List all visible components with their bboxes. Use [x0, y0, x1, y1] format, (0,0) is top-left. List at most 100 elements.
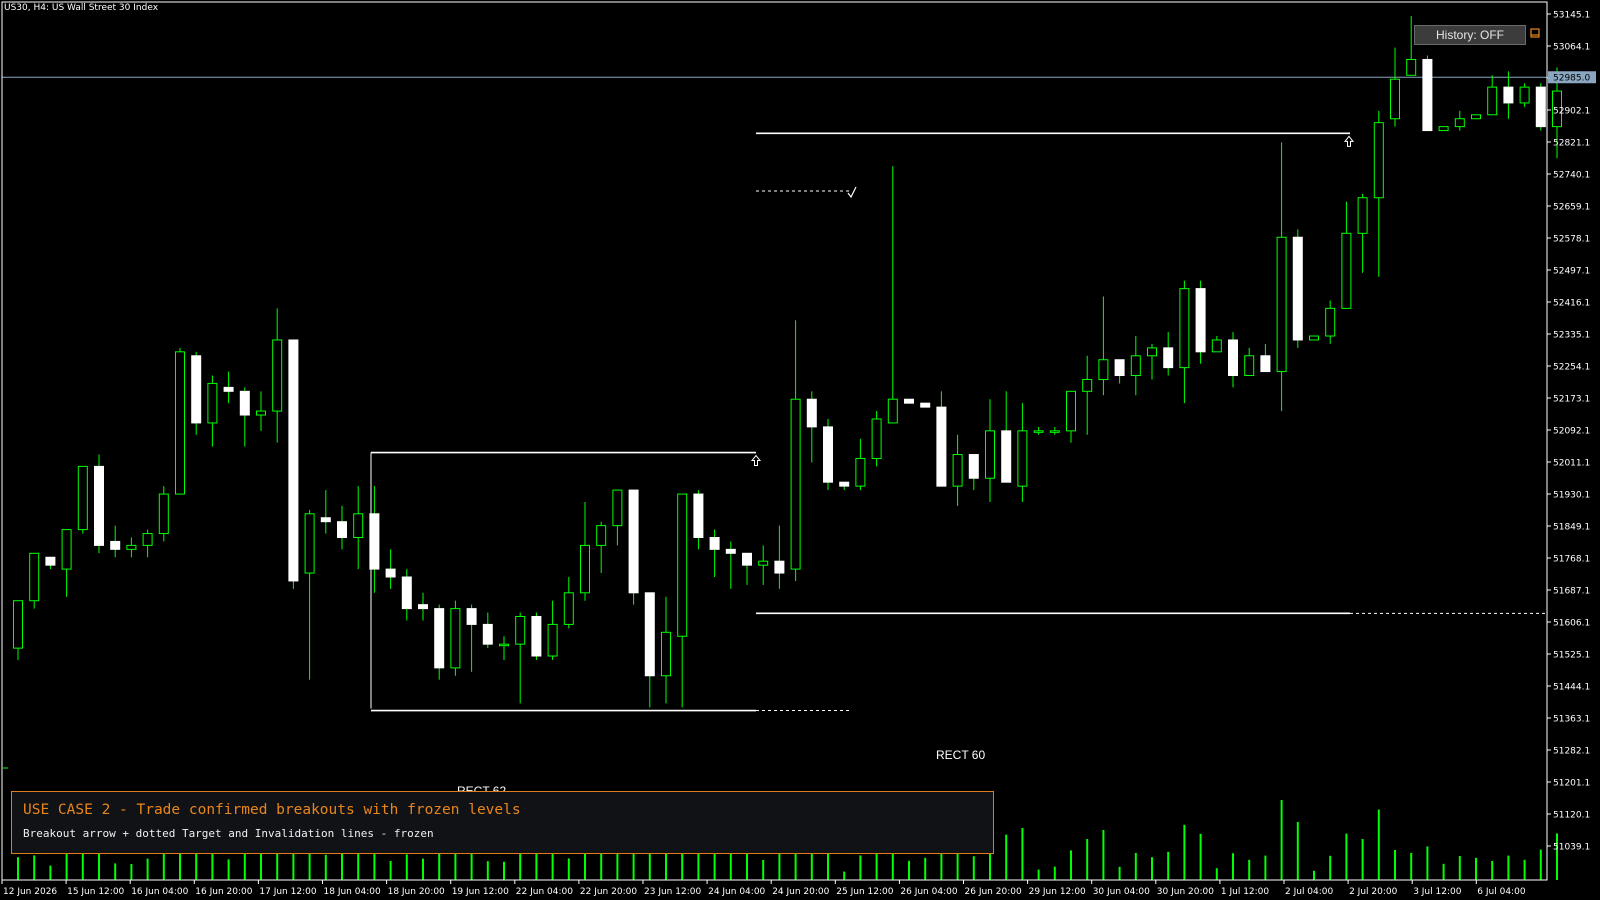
- bear-candle: [806, 398, 817, 428]
- price-axis[interactable]: 53145.153064.152983.152902.152821.152740…: [1547, 11, 1596, 853]
- bull-candle: [985, 430, 995, 479]
- bear-candle: [385, 568, 396, 578]
- bull-candle: [515, 616, 526, 645]
- time-tick-label: 22 Jun 20:00: [580, 887, 637, 897]
- bear-candle: [920, 402, 931, 408]
- bear-candle: [239, 390, 250, 416]
- price-tick-label: 51606.1: [1553, 619, 1590, 629]
- bull-candle: [13, 600, 23, 649]
- time-tick-label: 19 Jun 12:00: [452, 887, 509, 897]
- bear-candle: [1114, 359, 1125, 377]
- bull-candle: [77, 465, 88, 531]
- price-tick-label: 52902.1: [1553, 107, 1590, 117]
- bear-candle: [434, 608, 445, 669]
- bull-candle: [353, 513, 364, 538]
- bull-candle: [1179, 288, 1190, 369]
- use-case-panel: USE CASE 2 - Trade confirmed breakouts w…: [11, 791, 994, 854]
- bear-candle: [288, 339, 299, 582]
- bear-candle: [45, 556, 56, 566]
- use-case-subtitle: Breakout arrow + dotted Target and Inval…: [23, 827, 434, 840]
- price-tick-label: 53145.1: [1553, 11, 1590, 21]
- time-tick-label: 25 Jun 12:00: [836, 887, 893, 897]
- price-tick-label: 51444.1: [1553, 683, 1590, 693]
- bull-candle: [1244, 355, 1255, 377]
- time-tick-label: 24 Jun 04:00: [708, 887, 765, 897]
- bull-candle: [272, 339, 283, 412]
- bear-candle: [742, 552, 752, 566]
- bull-candle: [175, 351, 185, 495]
- bear-candle: [1292, 236, 1303, 341]
- candles: [13, 16, 1562, 708]
- time-tick-label: 22 Jun 04:00: [516, 887, 573, 897]
- bull-candle: [1033, 430, 1044, 433]
- bull-candle: [563, 592, 574, 625]
- price-tick-label: 52659.1: [1553, 203, 1590, 213]
- bull-candle: [207, 382, 218, 424]
- bull-candle: [661, 631, 671, 677]
- time-tick-label: 23 Jun 12:00: [644, 887, 701, 897]
- bull-candle: [1519, 86, 1530, 104]
- bear-candle: [1195, 288, 1206, 353]
- bull-candle: [304, 513, 315, 574]
- history-toggle-button[interactable]: History: OFF: [1414, 25, 1526, 45]
- time-tick-label: 16 Jun 04:00: [131, 887, 188, 897]
- bear-candle: [1535, 86, 1546, 128]
- price-tick-label: 52335.1: [1553, 331, 1590, 341]
- price-tick-label: 51930.1: [1553, 491, 1590, 501]
- time-tick-label: 2 Jul 04:00: [1285, 887, 1334, 897]
- price-tick-label: 52173.1: [1553, 395, 1590, 405]
- bear-candle: [1228, 339, 1238, 377]
- price-tick-label: 52497.1: [1553, 267, 1590, 277]
- price-tick-label: 53064.1: [1553, 43, 1590, 53]
- time-tick-label: 16 Jun 20:00: [195, 887, 252, 897]
- target-hit-check-icon: [847, 186, 857, 199]
- breakout-levels: [370, 132, 1546, 712]
- bull-candle: [29, 552, 40, 602]
- time-tick-label: 2 Jul 20:00: [1349, 887, 1398, 897]
- price-tick-label: 51768.1: [1553, 555, 1590, 565]
- bull-candle: [1098, 359, 1109, 380]
- breakout-arrow-icon: [1343, 135, 1355, 147]
- time-tick-label: 30 Jun 20:00: [1157, 887, 1214, 897]
- bull-candle: [256, 410, 266, 416]
- time-tick-label: 3 Jul 12:00: [1413, 887, 1462, 897]
- price-tick-label: 51525.1: [1553, 651, 1590, 661]
- bear-candle: [936, 406, 947, 487]
- price-chart[interactable]: 53145.153064.152983.152902.152821.152740…: [0, 0, 1600, 900]
- price-tick-label: 51687.1: [1553, 587, 1590, 597]
- bull-candle: [1049, 430, 1060, 433]
- bull-candle: [790, 398, 801, 570]
- bear-candle: [774, 560, 785, 574]
- symbol-title: US30, H4: US Wall Street 30 Index: [4, 3, 159, 13]
- time-tick-label: 15 Jun 12:00: [67, 887, 124, 897]
- bear-candle: [968, 454, 979, 479]
- price-tick-label: 51363.1: [1553, 715, 1590, 725]
- bull-candle: [1373, 122, 1384, 199]
- bear-candle: [418, 604, 428, 610]
- time-tick-label: 26 Jun 04:00: [900, 887, 957, 897]
- time-tick-label: 30 Jun 04:00: [1093, 887, 1150, 897]
- bull-candle: [142, 533, 153, 546]
- time-tick-label: 18 Jun 04:00: [324, 887, 381, 897]
- bull-candle: [1357, 197, 1368, 234]
- bear-candle: [1260, 355, 1271, 373]
- bull-candle: [758, 560, 769, 566]
- bull-candle: [952, 454, 963, 487]
- bear-candle: [709, 536, 720, 550]
- bull-candle: [887, 398, 898, 424]
- bull-candle: [596, 525, 607, 546]
- bear-candle: [725, 548, 736, 554]
- bull-candle: [1066, 390, 1076, 432]
- price-tick-label: 51849.1: [1553, 523, 1590, 533]
- bull-candle: [871, 418, 882, 459]
- history-panel-icon[interactable]: [1530, 28, 1540, 38]
- bull-candle: [450, 608, 461, 669]
- bull-candle: [61, 529, 72, 570]
- bull-candle: [677, 493, 688, 637]
- time-axis[interactable]: 12 Jun 2026 15 Jun 12:00 16 Jun 04:00 16 Ju…: [1, 880, 1526, 897]
- bear-candle: [1163, 347, 1174, 369]
- price-tick-label: 51282.1: [1553, 747, 1590, 757]
- bear-candle: [482, 623, 493, 645]
- rect-60-label: RECT 60: [936, 748, 986, 762]
- bull-candle: [1438, 126, 1449, 132]
